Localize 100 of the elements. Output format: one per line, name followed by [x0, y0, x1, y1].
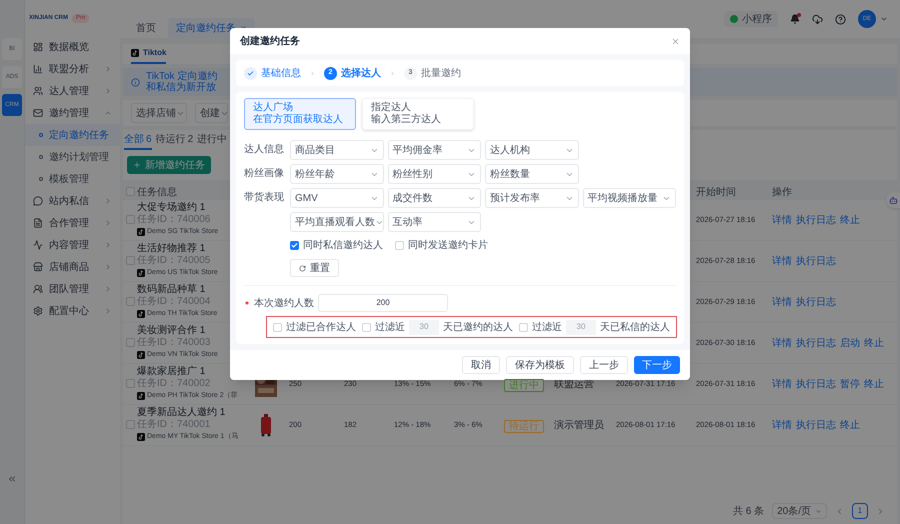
action-link[interactable]: 执行日志: [796, 336, 836, 350]
count-input[interactable]: 200: [318, 294, 448, 312]
step-label: 选择达人: [341, 66, 381, 80]
action-link[interactable]: 终止: [840, 418, 860, 432]
task-name: 爆款家居推广 1: [137, 366, 206, 378]
select-field[interactable]: 预计发布率: [485, 188, 578, 208]
step-label: 批量邀约: [421, 66, 461, 80]
action-link[interactable]: 执行日志: [796, 254, 836, 268]
task-name: 大促专场邀约 1: [137, 202, 206, 214]
select-field[interactable]: 平均视频播放量: [582, 188, 676, 208]
sidebar-item[interactable]: 团队管理: [25, 278, 120, 300]
source-card[interactable]: 指定达人 输入第三方达人: [362, 98, 474, 130]
action-link[interactable]: 详情: [772, 418, 792, 432]
select-field[interactable]: 互动率: [388, 212, 481, 232]
card-title: 达人广场: [253, 102, 293, 114]
field-suffix: 天已私信的达人: [600, 320, 670, 334]
step-label: 基础信息: [261, 66, 301, 80]
task-name: 数码新品种草 1: [137, 284, 206, 296]
task-id: 任务ID：740002: [137, 378, 210, 390]
checkbox-label: 同时发送邀约卡片: [408, 238, 488, 253]
dialog-button[interactable]: 下一步: [634, 356, 680, 374]
action-link[interactable]: 执行日志: [796, 212, 836, 228]
action-link[interactable]: 启动: [840, 336, 860, 350]
select-field[interactable]: 平均佣金率: [388, 140, 481, 160]
page-tab[interactable]: 首页: [128, 18, 164, 38]
submenu-item[interactable]: 模板管理: [25, 168, 120, 190]
action-link[interactable]: 终止: [864, 336, 884, 350]
action-link[interactable]: 详情: [772, 212, 792, 228]
checkbox-label: 过滤已合作达人: [286, 320, 356, 334]
mini-program-chip[interactable]: 小程序: [724, 11, 778, 27]
task-id: 任务ID：740001: [137, 419, 210, 431]
page-size-select[interactable]: 20条/页: [772, 503, 827, 519]
filter-label: 带货表现: [244, 190, 285, 205]
card-subtitle: 在官方页面获取达人: [253, 114, 343, 126]
sidebar-item[interactable]: 内容管理: [25, 234, 120, 256]
column-header: 操作: [772, 186, 792, 200]
status-badge: 待运行: [504, 420, 544, 433]
table-cell-text: 演示管理员: [554, 418, 604, 432]
select-field[interactable]: 粉丝性别: [388, 164, 481, 184]
status-badge: 进行中: [504, 379, 544, 392]
platform-tab[interactable]: Tiktok: [131, 44, 166, 64]
dialog-button[interactable]: 上一步: [580, 356, 628, 374]
column-header: 任务信息: [137, 186, 177, 200]
sidebar-item[interactable]: 数据概览: [25, 36, 120, 58]
action-link[interactable]: 执行日志: [796, 418, 836, 432]
select-field[interactable]: 粉丝年龄: [290, 164, 384, 184]
sidebar-item[interactable]: 合作管理: [25, 212, 120, 234]
select-field[interactable]: 达人机构: [485, 140, 578, 160]
select-field[interactable]: 创建: [195, 103, 228, 123]
add-task-button[interactable]: 新增邀约任务: [127, 156, 211, 174]
select-field[interactable]: 成交件数: [388, 188, 481, 208]
sidebar-item[interactable]: 店铺商品: [25, 256, 120, 278]
status-tab[interactable]: 进行中: [197, 130, 228, 150]
select-field[interactable]: 选择店铺: [131, 103, 187, 123]
filter-label: 粉丝画像: [244, 166, 285, 181]
action-link[interactable]: 详情: [772, 254, 792, 268]
task-id: 任务ID：740006: [137, 214, 210, 226]
task-name: 夏季新品达人邀约 1: [137, 407, 226, 419]
page-button[interactable]: 1: [852, 503, 868, 519]
card-title: 指定达人: [371, 102, 411, 114]
task-id: 任务ID：740005: [137, 255, 210, 267]
status-tab[interactable]: 全部 6: [124, 130, 152, 150]
source-card[interactable]: 达人广场 在官方页面获取达人: [244, 98, 356, 130]
checkbox-label: 同时私信邀约达人: [303, 238, 383, 253]
reset-button[interactable]: 重置: [290, 259, 339, 277]
task-id: 任务ID：740004: [137, 296, 210, 308]
total-count: 共 6 条: [732, 504, 764, 518]
action-link[interactable]: 终止: [864, 376, 884, 392]
field-label: 本次邀约人数: [254, 296, 314, 310]
sidebar-item[interactable]: 站内私信: [25, 190, 120, 212]
dialog-button[interactable]: 取消: [462, 356, 500, 374]
action-link[interactable]: 详情: [772, 294, 792, 310]
select-field[interactable]: 商品类目: [290, 140, 384, 160]
submenu-item[interactable]: 邀约计划管理: [25, 146, 120, 168]
action-link[interactable]: 详情: [772, 376, 792, 392]
select-field[interactable]: 粉丝数量: [485, 164, 578, 184]
action-link[interactable]: 详情: [772, 336, 792, 350]
filter-label: 达人信息: [244, 142, 285, 157]
banner-text: TikTok 定向邀约和私信为新开放: [146, 71, 218, 93]
submenu-item[interactable]: 定向邀约任务: [25, 124, 120, 146]
task-name: 生活好物推荐 1: [137, 243, 206, 255]
sidebar-item[interactable]: 联盟分析: [25, 58, 120, 80]
action-link[interactable]: 终止: [840, 212, 860, 228]
checkbox-label: 过滤近: [375, 320, 405, 334]
action-link[interactable]: 执行日志: [796, 294, 836, 310]
column-header: 开始时间: [696, 186, 736, 200]
select-field[interactable]: 平均直播观看人数: [290, 212, 384, 232]
card-subtitle: 输入第三方达人: [371, 114, 441, 126]
sidebar-item[interactable]: 达人管理: [25, 80, 120, 102]
select-field[interactable]: GMV: [290, 188, 384, 208]
checkbox-label: 过滤近: [532, 320, 562, 334]
action-link[interactable]: 暂停: [840, 376, 860, 392]
task-id: 任务ID：740003: [137, 337, 210, 349]
task-name: 美妆测评合作 1: [137, 325, 206, 337]
sidebar-item[interactable]: 邀约管理: [25, 102, 120, 124]
field-suffix: 天已邀约的达人: [443, 320, 513, 334]
action-link[interactable]: 执行日志: [796, 376, 836, 392]
status-tab[interactable]: 待运行 2: [156, 130, 194, 150]
dialog-button[interactable]: 保存为模板: [506, 356, 574, 374]
sidebar-item[interactable]: 配置中心: [25, 300, 120, 322]
